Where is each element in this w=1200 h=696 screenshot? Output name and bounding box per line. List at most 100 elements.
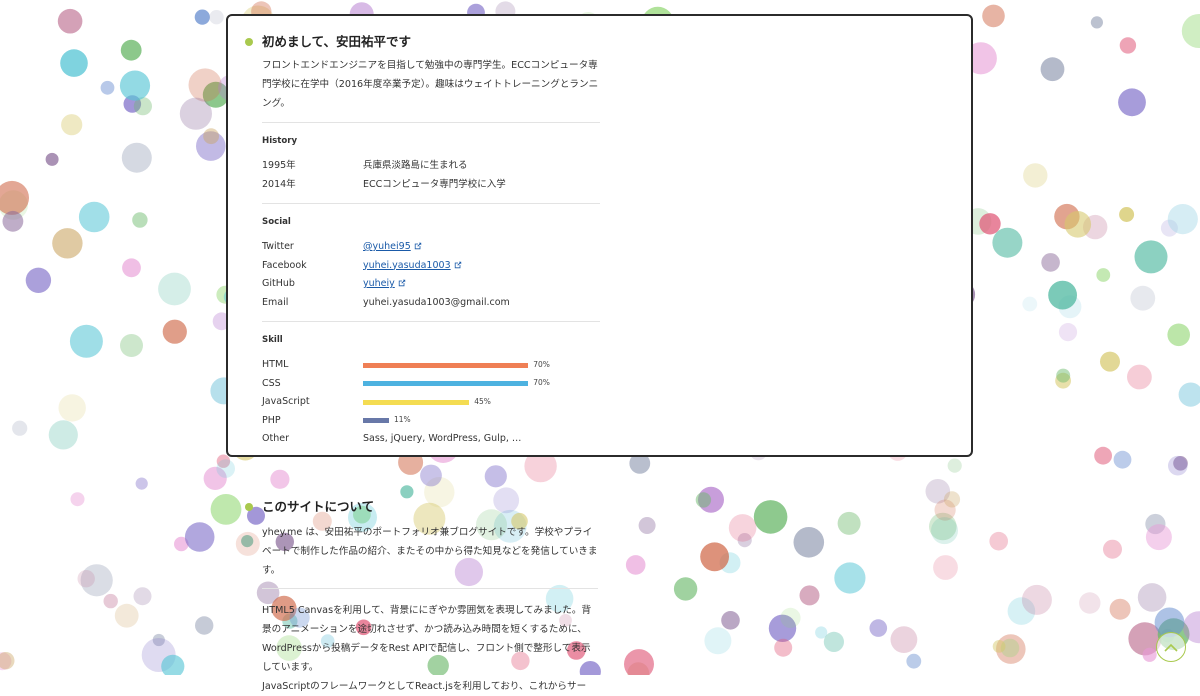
background-bubble	[114, 603, 139, 628]
intro-title: 初めまして、安田祐平です	[245, 32, 600, 52]
background-bubble	[1181, 14, 1200, 48]
background-bubble	[120, 39, 142, 61]
background-bubble	[2, 210, 24, 232]
skill-heading: Skill	[262, 335, 283, 345]
background-bubble	[753, 500, 788, 534]
history-item: 1995年 兵庫県淡路島に生まれる	[262, 157, 600, 176]
about-paragraph-3: JavaScriptのフレームワークとしてReact.jsを利用しており、これか…	[262, 681, 587, 692]
skill-percent: 70%	[533, 359, 550, 369]
skill-item-other: Other Sass, jQuery, WordPress, Gulp, …	[262, 430, 600, 449]
background-bubble	[61, 114, 83, 136]
external-link-icon[interactable]	[454, 261, 462, 269]
skill-name: Other	[262, 433, 289, 444]
background-bubble	[1100, 351, 1120, 372]
history-year: 1995年	[262, 160, 296, 171]
background-bubble	[77, 570, 95, 588]
skill-item: HTML 70%	[262, 356, 600, 375]
background-bubble	[25, 267, 52, 293]
background-bubble	[78, 201, 110, 233]
background-bubble	[1094, 446, 1112, 465]
background-bubble	[162, 319, 187, 344]
background-bubble	[133, 587, 152, 606]
history-item: 2014年 ECCコンピュータ専門学校に入学	[262, 176, 600, 195]
social-name: Facebook	[262, 259, 307, 271]
skill-name: HTML	[262, 359, 289, 370]
facebook-link[interactable]: yuhei.yasuda1003	[363, 260, 451, 271]
external-link-icon[interactable]	[414, 242, 422, 250]
background-bubble	[1096, 268, 1111, 282]
background-bubble	[179, 97, 212, 130]
background-bubble	[1130, 285, 1156, 311]
skill-name: JavaScript	[262, 396, 310, 407]
about-paragraph-2: HTML5 Canvasを利用して、背景ににぎやか雰囲気を表現してみました。背景…	[262, 605, 592, 673]
background-bubble	[184, 522, 215, 552]
background-bubble	[1119, 207, 1135, 222]
background-bubble	[1021, 584, 1052, 615]
background-bubble	[1058, 323, 1078, 342]
background-bubble	[673, 577, 698, 601]
background-bubble	[721, 611, 740, 630]
external-link-icon[interactable]	[398, 279, 406, 287]
history-text: ECCコンピュータ専門学校に入学	[363, 178, 506, 190]
social-item-facebook: Facebook yuhei.yasuda1003	[262, 257, 600, 276]
skill-percent: 11%	[393, 415, 411, 425]
background-bubble	[989, 531, 1008, 551]
background-bubble	[48, 420, 78, 450]
background-bubble	[12, 420, 28, 436]
background-bubble	[209, 10, 224, 25]
social-name: Email	[262, 296, 289, 308]
background-bubble	[834, 562, 866, 594]
background-bubble	[119, 70, 151, 101]
background-bubble	[270, 469, 290, 489]
background-bubble	[100, 80, 115, 95]
background-bubble	[235, 531, 260, 556]
background-bubble	[933, 555, 958, 580]
background-bubble	[1079, 592, 1101, 614]
background-bubble	[132, 212, 148, 228]
background-bubble	[837, 511, 861, 535]
background-bubble	[194, 9, 210, 25]
background-bubble	[1137, 583, 1167, 612]
background-bubble	[979, 213, 1001, 235]
background-bubble	[1168, 455, 1188, 476]
background-bubble	[1167, 204, 1198, 235]
skill-bar	[363, 418, 389, 423]
background-bubble	[1109, 598, 1131, 620]
background-bubble	[1064, 211, 1092, 238]
bullet-dot-icon	[245, 38, 253, 46]
background-bubble	[931, 517, 958, 545]
background-bubble	[1118, 88, 1146, 117]
background-bubble	[103, 593, 118, 609]
background-bubble	[195, 616, 214, 635]
background-bubble	[484, 465, 507, 488]
twitter-link[interactable]: @yuhei95	[363, 241, 411, 252]
skill-other-value: Sass, jQuery, WordPress, Gulp, …	[363, 433, 522, 444]
skill-percent: 45%	[474, 396, 491, 406]
history-text: 兵庫県淡路島に生まれる	[363, 160, 468, 171]
background-bubble	[60, 49, 88, 77]
profile-card: 初めまして、安田祐平です フロントエンドエンジニアを目指して勉強中の専門学生。E…	[226, 14, 973, 457]
background-bubble	[210, 494, 242, 525]
background-bubble	[1023, 163, 1048, 188]
divider	[262, 122, 600, 123]
back-to-top-button[interactable]	[1156, 632, 1186, 662]
background-bubble	[1127, 364, 1152, 390]
background-bubble	[695, 492, 712, 508]
background-bubble	[624, 649, 654, 675]
divider	[262, 321, 600, 322]
background-bubble	[906, 653, 922, 669]
history-list: 1995年 兵庫県淡路島に生まれる 2014年 ECCコンピュータ専門学校に入学	[262, 157, 600, 194]
skill-percent: 70%	[533, 378, 550, 388]
divider	[262, 203, 600, 204]
github-link[interactable]: yuheiy	[363, 278, 395, 289]
background-bubble	[1090, 16, 1103, 29]
background-bubble	[1119, 37, 1137, 54]
background-bubble	[947, 458, 962, 473]
chevron-up-icon	[1164, 643, 1178, 652]
background-bubble	[121, 142, 152, 173]
background-bubble	[57, 8, 83, 34]
history-heading: History	[262, 136, 298, 146]
background-bubble	[216, 459, 235, 478]
divider	[262, 588, 598, 589]
background-bubble	[943, 491, 961, 508]
